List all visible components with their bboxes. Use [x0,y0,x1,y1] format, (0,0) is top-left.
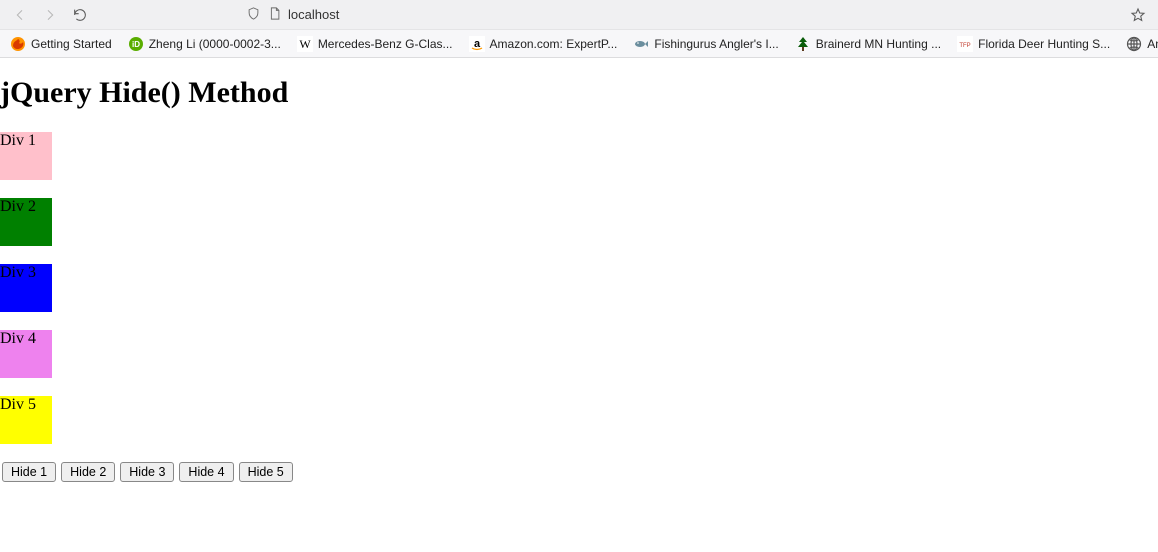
amazon-icon: a [469,36,485,52]
svg-text:a: a [473,38,480,50]
div-2-label: Div 2 [0,198,36,215]
svg-text:W: W [299,37,311,51]
bookmarks-bar: Getting Started iD Zheng Li (0000-0002-3… [0,30,1158,58]
page-content: jQuery Hide() Method Div 1 Div 2 Div 3 D… [0,76,1158,482]
bookmark-getting-started[interactable]: Getting Started [4,34,118,54]
shield-icon [246,6,261,24]
div-1: Div 1 [0,132,52,180]
url-text: localhost [288,7,339,22]
bookmark-star-button[interactable] [1124,2,1152,28]
hide-3-button[interactable]: Hide 3 [120,462,174,482]
svg-text:iD: iD [132,40,140,49]
div-5-label: Div 5 [0,396,36,413]
div-1-label: Div 1 [0,132,36,149]
hide-5-button[interactable]: Hide 5 [239,462,293,482]
reload-button[interactable] [66,2,94,28]
bookmark-amazon[interactable]: a Amazon.com: ExpertP... [463,34,624,54]
orcid-icon: iD [128,36,144,52]
div-3: Div 3 [0,264,52,312]
hide-2-button[interactable]: Hide 2 [61,462,115,482]
bookmark-label: Amazon.com: ExpertP... [490,37,618,51]
bookmark-fishingurus[interactable]: Fishingurus Angler's I... [627,34,784,54]
forward-button[interactable] [36,2,64,28]
div-2: Div 2 [0,198,52,246]
wikipedia-icon: W [297,36,313,52]
bookmark-label: Fishingurus Angler's I... [654,37,778,51]
address-bar[interactable]: localhost [246,2,1116,28]
hide-4-button[interactable]: Hide 4 [179,462,233,482]
bookmark-label: Getting Started [31,37,112,51]
bookmark-label: Another res [1147,37,1158,51]
div-3-label: Div 3 [0,264,36,281]
bookmark-mercedes[interactable]: W Mercedes-Benz G-Clas... [291,34,459,54]
hide-1-button[interactable]: Hide 1 [2,462,56,482]
browser-toolbar: localhost [0,0,1158,30]
bookmark-label: Mercedes-Benz G-Clas... [318,37,453,51]
back-button[interactable] [6,2,34,28]
bookmark-label: Florida Deer Hunting S... [978,37,1110,51]
bookmark-florida-deer[interactable]: TFP Florida Deer Hunting S... [951,34,1116,54]
bookmark-zheng-li[interactable]: iD Zheng Li (0000-0002-3... [122,34,287,54]
page-title: jQuery Hide() Method [0,76,1158,110]
div-4-label: Div 4 [0,330,36,347]
bookmark-brainerd[interactable]: Brainerd MN Hunting ... [789,34,947,54]
firefox-icon [10,36,26,52]
div-4: Div 4 [0,330,52,378]
bookmark-label: Brainerd MN Hunting ... [816,37,941,51]
globe-icon [1126,36,1142,52]
div-5: Div 5 [0,396,52,444]
tfp-icon: TFP [957,36,973,52]
svg-text:TFP: TFP [959,43,970,49]
bookmark-label: Zheng Li (0000-0002-3... [149,37,281,51]
tree-icon [795,36,811,52]
button-row: Hide 1 Hide 2 Hide 3 Hide 4 Hide 5 [0,462,1158,482]
page-icon [267,6,282,24]
bookmark-another-res[interactable]: Another res [1120,34,1158,54]
fish-icon [633,36,649,52]
